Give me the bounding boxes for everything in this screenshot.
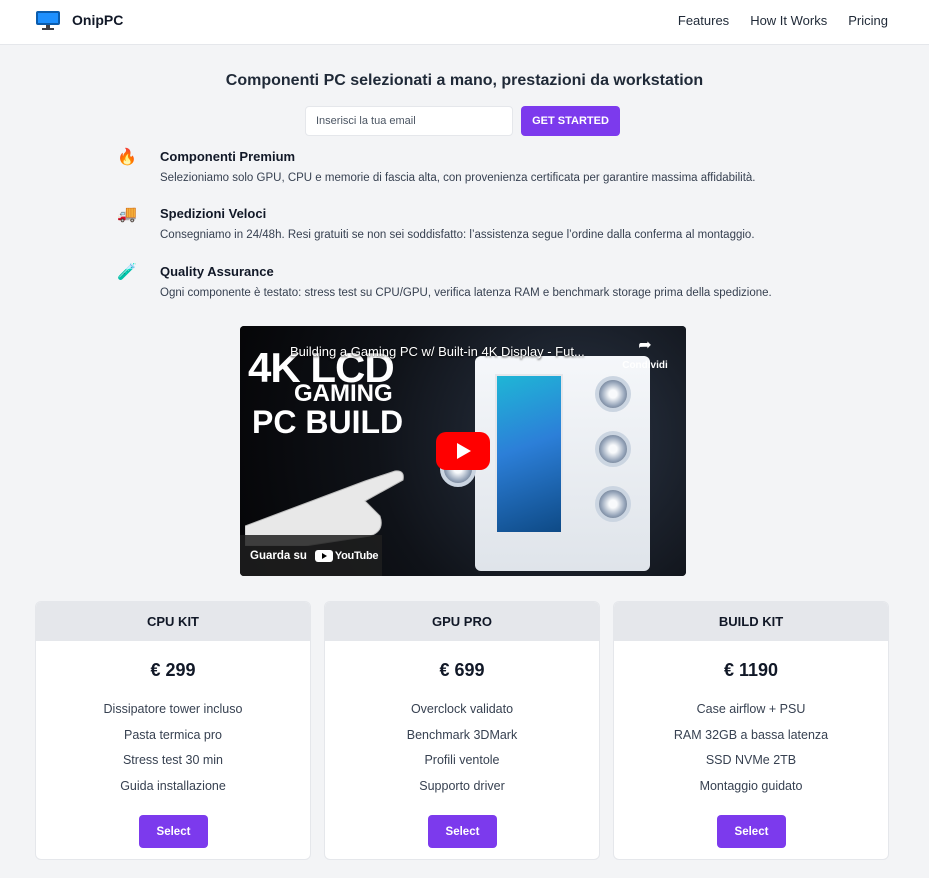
- select-button[interactable]: Select: [428, 815, 497, 848]
- share-button[interactable]: ➦ Condividi: [620, 337, 670, 372]
- play-button[interactable]: [436, 432, 490, 470]
- video-title[interactable]: Building a Gaming PC w/ Built-in 4K Disp…: [290, 344, 585, 359]
- card-feature-list: Overclock validato Benchmark 3DMark Prof…: [325, 697, 599, 799]
- card-feature: Pasta termica pro: [124, 727, 222, 742]
- youtube-logo: YouTube: [314, 549, 379, 562]
- watch-on-label: Guarda su: [250, 549, 307, 562]
- card-price: € 299: [150, 660, 196, 680]
- card-price: € 699: [439, 660, 485, 680]
- pc-case-image: [440, 356, 650, 571]
- delivery-truck-icon: 🚚: [117, 206, 137, 223]
- card-feature: Supporto driver: [419, 778, 505, 793]
- pricing-card-gpu-pro: GPU PRO € 699 Overclock validato Benchma…: [324, 601, 600, 860]
- card-feature: Benchmark 3DMark: [406, 727, 518, 742]
- feature-description: Ogni componente è testato: stress test s…: [160, 287, 772, 299]
- pricing-card-cpu-kit: CPU KIT € 299 Dissipatore tower incluso …: [35, 601, 311, 860]
- thumbnail-text: PC BUILD: [252, 404, 404, 440]
- nav-link-features[interactable]: Features: [678, 13, 729, 28]
- card-price: € 1190: [723, 660, 779, 680]
- card-feature: Dissipatore tower incluso: [103, 702, 243, 716]
- card-feature-list: Case airflow + PSU RAM 32GB a bassa late…: [614, 697, 888, 799]
- youtube-label: YouTube: [334, 549, 379, 562]
- card-feature: RAM 32GB a bassa latenza: [673, 727, 829, 742]
- nav-link-how-it-works[interactable]: How It Works: [750, 13, 827, 28]
- feature-title: Spedizioni Veloci: [160, 206, 267, 221]
- card-feature: SSD NVMe 2TB: [705, 753, 797, 767]
- feature-description: Selezioniamo solo GPU, CPU e memorie di …: [160, 172, 756, 184]
- navbar: OnipPC Features How It Works Pricing: [0, 0, 929, 45]
- select-button[interactable]: Select: [717, 815, 786, 848]
- share-label: Condividi: [622, 360, 668, 371]
- nav-links: Features How It Works Pricing: [657, 13, 888, 28]
- card-title: CPU KIT: [36, 602, 310, 641]
- test-tube-icon: 🧪: [117, 264, 137, 281]
- feature-description: Consegniamo in 24/48h. Resi gratuiti se …: [160, 229, 755, 241]
- card-title: BUILD KIT: [614, 602, 888, 641]
- signup-form: GET STARTED: [305, 106, 620, 136]
- nav-link-pricing[interactable]: Pricing: [848, 13, 888, 28]
- get-started-button[interactable]: GET STARTED: [521, 106, 620, 136]
- feature-title: Quality Assurance: [160, 264, 274, 279]
- monitor-icon: [36, 11, 60, 30]
- select-button[interactable]: Select: [139, 815, 208, 848]
- card-feature: Montaggio guidato: [699, 778, 803, 793]
- youtube-icon: [314, 549, 333, 562]
- hero-title: Componenti PC selezionati a mano, presta…: [225, 72, 704, 89]
- feature-title: Componenti Premium: [160, 149, 296, 164]
- card-feature: Case airflow + PSU: [696, 702, 806, 716]
- card-feature: Profili ventole: [424, 753, 500, 767]
- card-feature: Stress test 30 min: [122, 753, 224, 767]
- card-feature: Overclock validato: [410, 702, 514, 716]
- watch-on-youtube-button[interactable]: Guarda su YouTube: [240, 535, 382, 576]
- card-feature: Guida installazione: [120, 778, 226, 793]
- fire-icon: 🔥: [117, 149, 137, 166]
- email-input[interactable]: [305, 106, 513, 136]
- pricing-card-build-kit: BUILD KIT € 1190 Case airflow + PSU RAM …: [613, 601, 889, 860]
- pointing-hand-image: [245, 470, 404, 546]
- card-title: GPU PRO: [325, 602, 599, 641]
- video-embed[interactable]: 4K LCD GAMING PC BUILD Building a Gaming…: [240, 326, 686, 576]
- card-feature-list: Dissipatore tower incluso Pasta termica …: [36, 697, 310, 799]
- brand[interactable]: OnipPC: [36, 11, 124, 30]
- brand-name: OnipPC: [72, 12, 124, 28]
- share-icon: ➦: [638, 337, 652, 354]
